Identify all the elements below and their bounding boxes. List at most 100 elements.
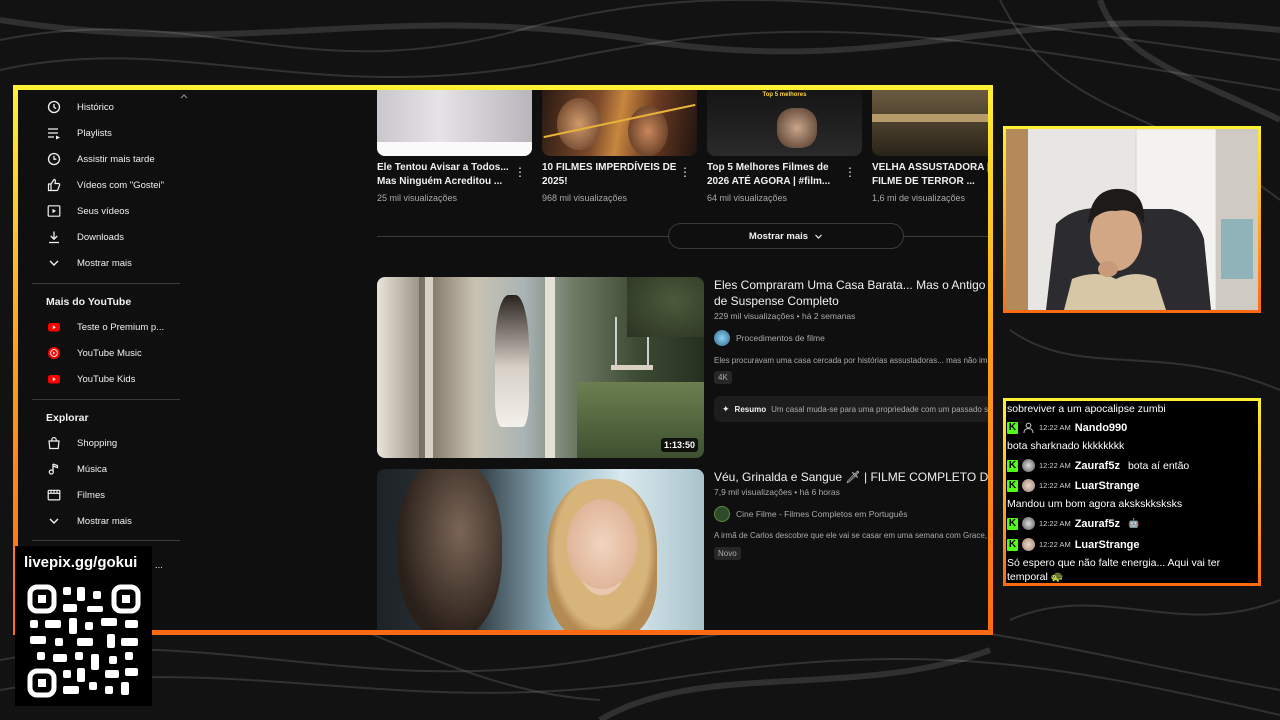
video-thumbnail[interactable]: Top 5 melhores <box>707 90 862 156</box>
chat-message: bota sharknado kkkkkkkk <box>1006 440 1258 452</box>
chat-message: K 12:22 AM LuarStrange <box>1006 538 1258 551</box>
video-meta: 229 mil visualizações • há 2 semanas <box>714 311 856 321</box>
sidebar-item-premium[interactable]: Teste o Premium p... <box>18 314 186 340</box>
sidebar-item-label: Vídeos com "Gostei" <box>77 179 165 191</box>
sidebar-divider <box>32 399 180 400</box>
chat-timestamp: 12:22 AM <box>1039 423 1071 432</box>
channel-link[interactable]: Procedimentos de filme <box>714 330 825 346</box>
more-options-icon[interactable]: ⋮ <box>844 165 856 179</box>
sidebar-show-more-button[interactable]: Mostrar mais <box>18 250 186 276</box>
chat-username[interactable]: Zauraf5z <box>1075 460 1120 472</box>
video-title[interactable]: VELHA ASSUSTADORA | FILME DE TERROR ... <box>872 161 988 189</box>
video-views: 1,6 mi de visualizações <box>872 193 966 203</box>
sidebar-item-playlists[interactable]: Playlists <box>18 120 186 146</box>
sidebar-item-label: Assistir mais tarde <box>77 153 155 165</box>
sidebar-item-label: Teste o Premium p... <box>77 321 165 333</box>
sidebar-item-youtube-music[interactable]: YouTube Music <box>18 340 186 366</box>
video-views: 968 mil visualizações <box>542 193 628 203</box>
sidebar-item-your-videos[interactable]: Seus vídeos <box>18 198 186 224</box>
kick-badge-icon: K <box>1007 459 1018 472</box>
youtube-premium-icon <box>46 319 62 335</box>
video-title[interactable]: 10 FILMES IMPERDÍVEIS DE 2025! <box>542 161 677 189</box>
liked-videos-icon <box>46 177 62 193</box>
sidebar-item-label: Seus vídeos <box>77 205 130 217</box>
sidebar-item-label: Downloads <box>77 231 124 243</box>
channel-name: Cine Filme - Filmes Completos em Portugu… <box>736 509 908 519</box>
sidebar-item-label: YouTube Music <box>77 347 142 359</box>
chevron-down-icon <box>46 513 62 529</box>
chat-message: K 12:22 AM Zauraf5z bota aí então <box>1006 459 1258 472</box>
video-meta: 7,9 mil visualizações • há 6 horas <box>714 487 840 497</box>
donation-panel: livepix.gg/gokui <box>15 546 152 706</box>
sidebar-item-label: Mostrar mais <box>77 257 132 269</box>
video-thumbnail[interactable] <box>872 90 988 156</box>
kick-badge-icon: K <box>1007 538 1018 551</box>
sidebar-item-label: Shopping <box>77 437 118 449</box>
music-icon <box>46 461 62 477</box>
quality-badge: 4K <box>714 371 732 384</box>
new-badge: Novo <box>714 547 741 560</box>
webcam-feed <box>1003 126 1261 313</box>
playlists-icon <box>46 125 62 141</box>
avatar <box>1022 538 1035 551</box>
show-more-label: Mostrar mais <box>748 230 809 242</box>
more-options-icon[interactable]: ⋮ <box>514 165 526 179</box>
summary-box[interactable]: ✦ Resumo Um casal muda-se para uma propr… <box>714 396 988 422</box>
sidebar-item-label: Histórico <box>77 101 114 113</box>
youtube-music-icon <box>46 345 62 361</box>
youtube-kids-icon <box>46 371 62 387</box>
video-thumbnail[interactable] <box>377 90 532 156</box>
video-title[interactable]: Top 5 Melhores Filmes de 2026 ATÉ AGORA |… <box>707 161 842 189</box>
sidebar-item-shopping[interactable]: Shopping <box>18 430 186 456</box>
sidebar-item-movies[interactable]: Filmes <box>18 482 186 508</box>
qr-code-icon[interactable] <box>25 582 143 700</box>
sidebar-explore-show-more-button[interactable]: Mostrar mais <box>18 508 186 534</box>
sidebar-item-label: Filmes <box>77 489 105 501</box>
chat-timestamp: 12:22 AM <box>1039 540 1071 549</box>
video-title[interactable]: Ele Tentou Avisar a Todos... Mas Ninguém … <box>377 161 512 189</box>
section-header-explore: Explorar <box>46 412 89 424</box>
user-icon <box>1023 422 1034 434</box>
sidebar-item-watch-later[interactable]: Assistir mais tarde <box>18 146 186 172</box>
thumbnail-caption: Top 5 melhores <box>762 92 807 98</box>
sidebar-item-youtube-kids[interactable]: YouTube Kids <box>18 366 186 392</box>
chat-message: sobreviver a um apocalipse zumbi <box>1006 403 1258 415</box>
chat-timestamp: 12:22 AM <box>1039 481 1071 490</box>
avatar <box>1022 517 1035 530</box>
youtube-window: Histórico Playlists Assistir mais tarde … <box>13 85 993 635</box>
section-header-more-youtube: Mais do YouTube <box>46 296 132 308</box>
sidebar-item-downloads[interactable]: Downloads <box>18 224 186 250</box>
sidebar-item-liked[interactable]: Vídeos com "Gostei" <box>18 172 186 198</box>
kick-badge-icon: K <box>1007 517 1018 530</box>
video-thumbnail[interactable]: 1:13:50 <box>377 277 704 458</box>
more-options-icon[interactable]: ⋮ <box>679 165 691 179</box>
webcam-image <box>1006 129 1258 310</box>
movies-icon <box>46 487 62 503</box>
video-title[interactable]: Véu, Grinalda e Sangue 🗡 | FILME COMPLET… <box>714 469 988 485</box>
downloads-icon <box>46 229 62 245</box>
chat-username[interactable]: LuarStrange <box>1075 539 1140 551</box>
chat-message-text: bota aí então <box>1127 459 1190 472</box>
chevron-down-icon <box>815 234 822 239</box>
channel-link[interactable]: Cine Filme - Filmes Completos em Portugu… <box>714 506 907 522</box>
sidebar-item-music[interactable]: Música <box>18 456 186 482</box>
chat-username[interactable]: Zauraf5z <box>1075 518 1120 530</box>
sidebar-divider <box>32 540 180 541</box>
show-more-button[interactable]: Mostrar mais <box>668 223 904 249</box>
avatar <box>1022 479 1035 492</box>
video-description: Eles procuravam uma casa cercada por his… <box>714 356 992 365</box>
chat-panel: sobreviver a um apocalipse zumbi K 12:22… <box>1003 398 1261 586</box>
video-thumbnail[interactable] <box>542 90 697 156</box>
video-description: A irmã de Carlos descobre que ele vai se… <box>714 531 993 540</box>
chat-username[interactable]: Nando990 <box>1075 422 1128 434</box>
sidebar-divider <box>32 283 180 284</box>
video-thumbnail[interactable] <box>377 469 704 630</box>
sidebar-item-history[interactable]: Histórico <box>18 94 186 120</box>
donation-url[interactable]: livepix.gg/gokui <box>24 554 137 571</box>
avatar <box>714 506 730 522</box>
video-title[interactable]: Eles Compraram Uma Casa Barata... Mas o … <box>714 277 988 309</box>
chat-message: Só espero que não falte energia... Aqui … <box>1006 557 1258 569</box>
scroll-up-arrow-icon[interactable] <box>180 92 188 100</box>
chat-message-text: Só espero que não falte energia... Aqui … <box>1007 557 1221 569</box>
chat-username[interactable]: LuarStrange <box>1075 480 1140 492</box>
